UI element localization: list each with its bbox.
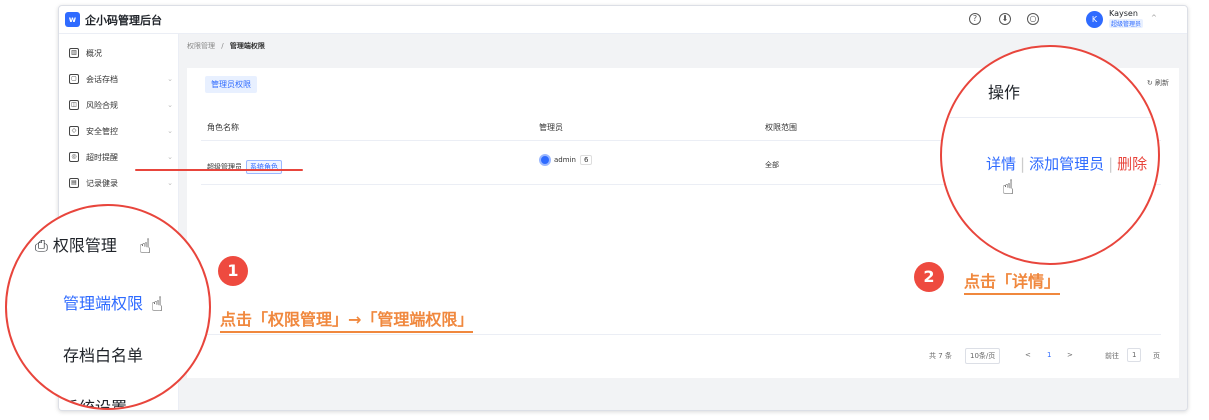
page-unit-label: 页 — [1153, 352, 1160, 360]
chevron-down-icon: ⌄ — [167, 179, 173, 187]
refresh-icon[interactable]: ○ — [1027, 13, 1039, 25]
tab-admin-permission[interactable]: 管理员权限 — [205, 76, 257, 93]
user-avatar[interactable]: K — [1086, 11, 1103, 28]
zoom-item-settings[interactable]: 系统设置 — [63, 394, 127, 408]
top-bar: w 企小码管理后台 ? ⬇ ○ K Kaysen 超级管理员 ^ — [59, 6, 1187, 34]
table-divider — [201, 334, 1161, 335]
cloud-download-icon[interactable]: ⬇ — [999, 13, 1011, 25]
zoom-group-label: 权限管理 — [52, 236, 117, 255]
sidebar-item-label: 概况 — [86, 48, 102, 58]
chevron-down-icon: ⌄ — [167, 101, 173, 109]
page-size-select[interactable]: 10条/页 — [965, 348, 1001, 364]
step-2-badge: 2 — [914, 262, 944, 292]
refresh-icon: ↻ — [1146, 79, 1155, 87]
action-separator: | — [1020, 155, 1026, 173]
goto-page-input[interactable]: 1 — [1127, 348, 1142, 362]
sidebar-item-records[interactable]: ▤ 记录健录 ⌄ — [69, 174, 173, 192]
column-header-role: 角色名称 — [207, 123, 239, 132]
sidebar-item-label: 风险合规 — [86, 100, 118, 110]
admin-avatar-icon — [539, 154, 551, 166]
hand-pointer-icon: ☝ — [151, 292, 164, 316]
scope-value: 全部 — [765, 161, 779, 169]
shield-icon: ◇ — [69, 126, 79, 136]
user-role-badge: 超级管理员 — [1109, 19, 1144, 28]
bell-icon: ◎ — [69, 152, 79, 162]
pagination-total: 共 7 条 — [929, 352, 952, 360]
detail-link[interactable]: 详情 — [986, 155, 1016, 173]
sidebar-item-label: 记录健录 — [86, 178, 118, 188]
dashboard-icon: ▥ — [69, 48, 79, 58]
help-icon[interactable]: ? — [969, 13, 981, 25]
sidebar-item-timeout[interactable]: ◎ 超时提醒 ⌄ — [69, 148, 173, 166]
system-role-tag: 系统角色 — [246, 160, 282, 174]
zoom-divider — [942, 117, 1158, 118]
app-title: 企小码管理后台 — [85, 14, 162, 27]
step-1-instruction: 点击「权限管理」→「管理端权限」 — [220, 306, 474, 333]
table-row-role: 超级管理员 系统角色 — [207, 160, 282, 174]
next-page-button[interactable]: > — [1067, 351, 1073, 359]
hand-pointer-icon: ☝ — [1002, 175, 1015, 199]
sidebar-item-overview[interactable]: ▥ 概况 — [69, 44, 173, 62]
refresh-label: 刷新 — [1155, 79, 1169, 87]
chevron-down-icon: ⌄ — [167, 75, 173, 83]
sidebar-item-archive[interactable]: ▢ 会话存档 ⌄ — [69, 70, 173, 88]
admin-count: 6 — [579, 155, 593, 165]
lock-document-icon: ⎙ — [35, 236, 53, 255]
admin-name: admin — [554, 156, 576, 164]
sidebar-item-label: 安全管控 — [86, 126, 118, 136]
chevron-down-icon: ⌄ — [167, 127, 173, 135]
breadcrumb-separator: / — [221, 42, 224, 50]
current-page[interactable]: 1 — [1047, 351, 1051, 359]
breadcrumb-parent[interactable]: 权限管理 — [187, 42, 215, 50]
chevron-up-icon[interactable]: ^ — [1151, 14, 1157, 22]
column-header-admin: 管理员 — [539, 123, 563, 132]
goto-label: 前往 — [1105, 352, 1119, 360]
sidebar-item-label: 超时提醒 — [86, 152, 118, 162]
zoom-permission-group[interactable]: ⎙ 权限管理 — [35, 232, 117, 256]
chevron-down-icon: ⌄ — [167, 153, 173, 161]
action-separator: | — [1108, 155, 1114, 173]
footer-area — [179, 378, 1187, 410]
hand-pointer-icon: ☝ — [139, 234, 152, 258]
zoom-item-whitelist[interactable]: 存档白名单 — [63, 342, 143, 366]
add-admin-link[interactable]: 添加管理员 — [1029, 155, 1104, 173]
folder-icon: ▢ — [69, 74, 79, 84]
zoom-callout-actions: 操作 详情 | 添加管理员 | 删除 ☝ — [940, 45, 1160, 265]
breadcrumb: 权限管理 / 管理端权限 — [187, 41, 265, 51]
record-icon: ▤ — [69, 178, 79, 188]
prev-page-button[interactable]: < — [1025, 351, 1031, 359]
zoom-item-admin-permission[interactable]: 管理端权限 — [63, 290, 143, 314]
zoom-actions-row: 详情 | 添加管理员 | 删除 — [986, 153, 1147, 174]
delete-link[interactable]: 删除 — [1117, 155, 1147, 173]
highlight-underline — [135, 169, 303, 171]
step-1-badge: 1 — [218, 256, 248, 286]
step-2-instruction: 点击「详情」 — [964, 268, 1061, 295]
breadcrumb-current: 管理端权限 — [229, 42, 265, 50]
sidebar-item-security[interactable]: ◇ 安全管控 ⌄ — [69, 122, 173, 140]
user-name[interactable]: Kaysen — [1109, 9, 1138, 18]
column-header-scope: 权限范围 — [765, 123, 797, 132]
compliance-icon: ◫ — [69, 100, 79, 110]
refresh-button[interactable]: ↻ 刷新 — [1147, 78, 1169, 88]
sidebar-item-label: 会话存档 — [86, 74, 118, 84]
zoom-actions-header: 操作 — [988, 83, 1021, 102]
sidebar-item-risk[interactable]: ◫ 风险合规 ⌄ — [69, 96, 173, 114]
app-logo-icon: w — [65, 12, 80, 27]
zoom-callout-sidebar: ⎙ 权限管理 ☝ 管理端权限 ☝ 存档白名单 系统设置 — [5, 204, 211, 410]
admin-chip[interactable]: admin 6 — [539, 154, 593, 166]
